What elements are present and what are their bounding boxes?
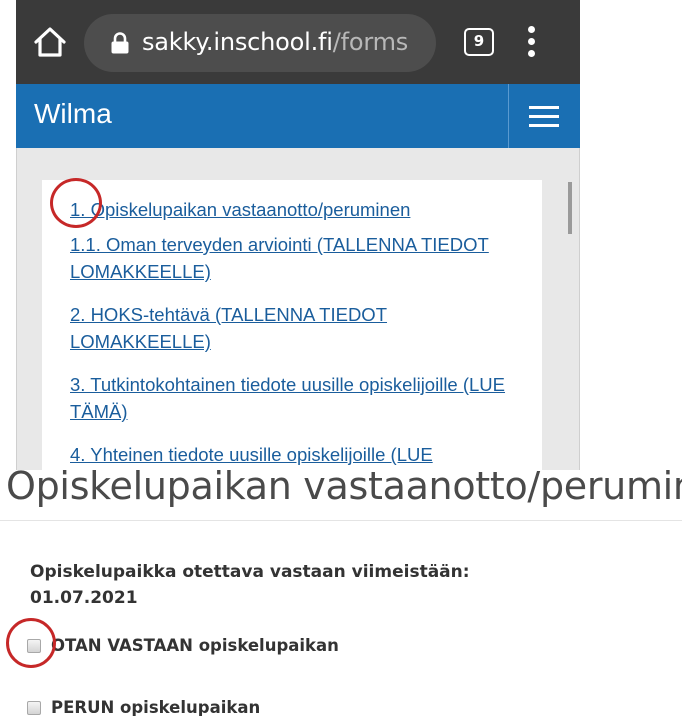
hamburger-icon[interactable] (508, 84, 580, 148)
divider (0, 520, 682, 521)
browser-toolbar: sakky.inschool.fi/forms 9 (16, 0, 580, 84)
scrollbar[interactable] (568, 182, 572, 234)
accept-label: OTAN VASTAAN opiskelupaikan (51, 636, 339, 655)
content-area: 1. Opiskelupaikan vastaanotto/peruminen … (16, 148, 580, 470)
form-link-4[interactable]: 4. Yhteinen tiedote uusille opiskelijoil… (70, 441, 520, 468)
decline-label: PERUN opiskelupaikan (51, 698, 261, 716)
url-text: sakky.inschool.fi/forms (142, 28, 408, 56)
mobile-screenshot: sakky.inschool.fi/forms 9 Wilma 1. Opisk… (16, 0, 580, 470)
forms-card: 1. Opiskelupaikan vastaanotto/peruminen … (42, 180, 542, 470)
deadline-label: Opiskelupaikka otettava vastaan viimeist… (30, 562, 470, 582)
lock-icon (110, 32, 130, 54)
url-path: /forms (332, 28, 409, 56)
form-link-2[interactable]: 2. HOKS-tehtävä (TALLENNA TIEDOT LOMAKKE… (70, 301, 520, 355)
home-icon[interactable] (30, 22, 70, 62)
more-vert-icon[interactable] (522, 26, 542, 58)
accept-checkbox[interactable] (27, 639, 41, 653)
form-link-list: 1. Opiskelupaikan vastaanotto/peruminen … (70, 196, 520, 470)
deadline-value: 01.07.2021 (30, 588, 138, 608)
form-link-3[interactable]: 3. Tutkintokohtainen tiedote uusille opi… (70, 371, 520, 425)
form-panel: Opiskelupaikan vastaanotto/peruminen Opi… (0, 470, 682, 716)
address-bar[interactable]: sakky.inschool.fi/forms (84, 14, 436, 72)
tabs-icon[interactable]: 9 (464, 28, 494, 56)
app-header: Wilma (16, 84, 580, 148)
decline-checkbox[interactable] (27, 701, 41, 715)
form-title: Opiskelupaikan vastaanotto/peruminen (6, 470, 682, 508)
url-host: sakky.inschool.fi (142, 28, 333, 56)
app-title[interactable]: Wilma (34, 98, 112, 130)
form-link-1[interactable]: 1. Opiskelupaikan vastaanotto/peruminen (70, 196, 520, 223)
form-link-1-1[interactable]: 1.1. Oman terveyden arviointi (TALLENNA … (70, 231, 520, 285)
